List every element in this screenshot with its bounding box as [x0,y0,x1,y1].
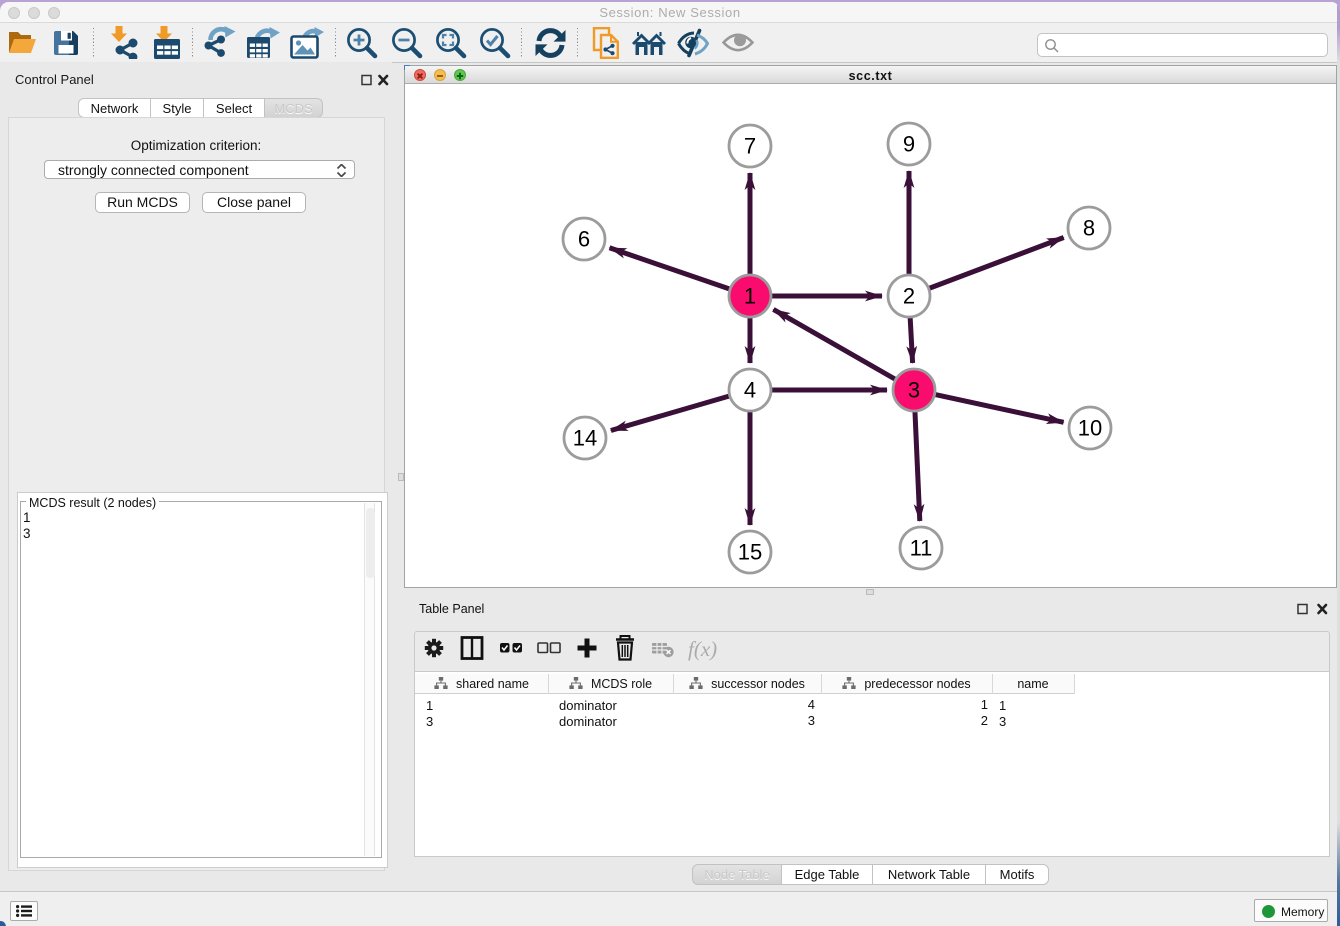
svg-text:6: 6 [578,227,590,252]
svg-text:11: 11 [910,536,933,561]
svg-text:10: 10 [1078,416,1102,441]
svg-text:1: 1 [744,284,756,309]
svg-text:15: 15 [738,540,762,565]
svg-text:2: 2 [903,284,915,309]
svg-text:f(x): f(x) [688,637,717,661]
svg-text:7: 7 [744,134,756,159]
svg-text:8: 8 [1083,216,1095,241]
svg-text:4: 4 [744,378,756,403]
svg-text:14: 14 [573,426,597,451]
svg-text:9: 9 [903,132,915,157]
svg-text:3: 3 [908,378,920,403]
